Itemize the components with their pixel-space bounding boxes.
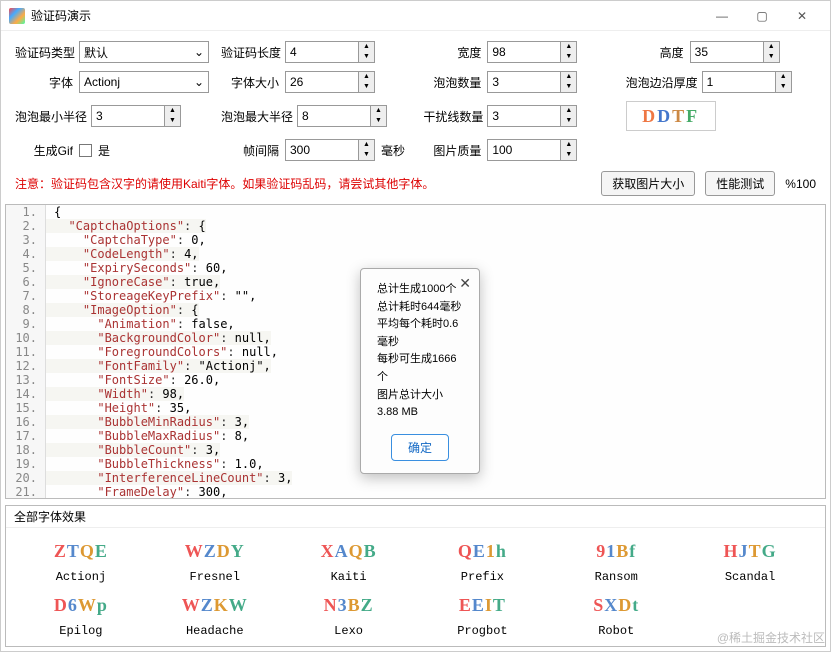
font-cell[interactable]: XAQB Kaiti [286, 536, 412, 584]
font-name-label: Scandal [687, 570, 813, 584]
bubble-max-spin[interactable]: 8▲▼ [297, 105, 387, 127]
form-area: 验证码类型 默认⌄ 验证码长度 4▲▼ 宽度 98▲▼ 高度 35▲▼ 字体 A… [1, 31, 830, 167]
get-size-button[interactable]: 获取图片大小 [601, 171, 695, 196]
chevron-down-icon: ⌄ [194, 45, 204, 59]
font-sample: WZDY [152, 536, 278, 566]
label-captcha-type: 验证码类型 [15, 44, 73, 61]
font-cell[interactable]: D6Wp Epilog [18, 590, 144, 638]
label-interfere: 干扰线数量 [423, 108, 481, 125]
font-cell[interactable]: N3BZ Lexo [286, 590, 412, 638]
font-sample: WZKW [152, 590, 278, 620]
font-sample: N3BZ [286, 590, 412, 620]
font-sample: 91Bf [553, 536, 679, 566]
height-spin[interactable]: 35▲▼ [690, 41, 780, 63]
code-length-spin[interactable]: 4▲▼ [285, 41, 375, 63]
dialog-ok-button[interactable]: 确定 [391, 434, 449, 461]
font-combo[interactable]: Actionj⌄ [79, 71, 209, 93]
font-sample: HJTG [687, 536, 813, 566]
interfere-spin[interactable]: 3▲▼ [487, 105, 577, 127]
captcha-type-combo[interactable]: 默认⌄ [79, 41, 209, 63]
frame-delay-spin[interactable]: 300▲▼ [285, 139, 375, 161]
label-font-size: 字体大小 [221, 74, 279, 91]
warning-row: 注意：验证码包含汉字的请使用Kaiti字体。如果验证码乱码，请尝试其他字体。 获… [1, 167, 830, 204]
warning-text: 注意：验证码包含汉字的请使用Kaiti字体。如果验证码乱码，请尝试其他字体。 [15, 175, 591, 192]
font-cell[interactable]: ZTQE Actionj [18, 536, 144, 584]
label-yes: 是 [98, 142, 110, 159]
fonts-title: 全部字体效果 [6, 506, 825, 528]
fonts-block: 全部字体效果 ZTQE Actionj WZDY Fresnel XAQB Kaiti QE… [5, 505, 826, 647]
font-name-label: Epilog [18, 624, 144, 638]
font-cell[interactable]: WZDY Fresnel [152, 536, 278, 584]
minimize-icon[interactable]: — [702, 2, 742, 30]
font-name-label: Headache [152, 624, 278, 638]
dialog-message: 总计生成1000个总计耗时644毫秒平均每个耗时0.6毫秒每秒可生成1666个图… [377, 281, 463, 422]
watermark: @稀土掘金技术社区 [717, 629, 825, 646]
code-line: 2. "CaptchaOptions": { [6, 219, 825, 233]
titlebar: 验证码演示 — ▢ ✕ [1, 1, 830, 31]
width-spin[interactable]: 98▲▼ [487, 41, 577, 63]
label-frame-delay: 帧间隔 [221, 142, 279, 159]
font-name-label: Fresnel [152, 570, 278, 584]
label-bubble-max: 泡泡最大半径 [221, 108, 291, 125]
dialog-close-icon[interactable]: ✕ [459, 275, 471, 292]
font-name-label: Robot [553, 624, 679, 638]
font-cell[interactable]: QE1h Prefix [420, 536, 546, 584]
font-name-label: Lexo [286, 624, 412, 638]
bubble-count-spin[interactable]: 3▲▼ [487, 71, 577, 93]
code-line: 1.{ [6, 205, 825, 219]
chevron-down-icon: ⌄ [194, 75, 204, 89]
maximize-icon[interactable]: ▢ [742, 2, 782, 30]
label-bubble-min: 泡泡最小半径 [15, 108, 85, 125]
captcha-preview: DDTF [626, 101, 716, 131]
font-sample: QE1h [420, 536, 546, 566]
font-name-label: Ransom [553, 570, 679, 584]
app-icon [9, 8, 25, 24]
font-name-label: Prefix [420, 570, 546, 584]
code-line: 3. "CaptchaType": 0, [6, 233, 825, 247]
font-name-label: Kaiti [286, 570, 412, 584]
pct-label: %100 [785, 177, 816, 191]
label-width: 宽度 [423, 44, 481, 61]
window-title: 验证码演示 [31, 7, 702, 24]
label-quality: 图片质量 [423, 142, 481, 159]
label-gif: 生成Gif [15, 142, 73, 159]
label-ms: 毫秒 [381, 142, 405, 159]
font-name-label: Actionj [18, 570, 144, 584]
label-font: 字体 [15, 74, 73, 91]
code-line: 4. "CodeLength": 4, [6, 247, 825, 261]
label-bubble-count: 泡泡数量 [423, 74, 481, 91]
font-sample: ZTQE [18, 536, 144, 566]
font-size-spin[interactable]: 26▲▼ [285, 71, 375, 93]
perf-test-button[interactable]: 性能测试 [705, 171, 775, 196]
font-name-label: Progbot [420, 624, 546, 638]
font-sample: D6Wp [18, 590, 144, 620]
code-line: 21. "FrameDelay": 300, [6, 485, 825, 499]
font-sample: SXDt [553, 590, 679, 620]
quality-spin[interactable]: 100▲▼ [487, 139, 577, 161]
font-cell[interactable]: HJTG Scandal [687, 536, 813, 584]
bubble-min-spin[interactable]: 3▲▼ [91, 105, 181, 127]
fonts-grid: ZTQE Actionj WZDY Fresnel XAQB Kaiti QE1h Prefi… [6, 528, 825, 646]
font-cell[interactable]: WZKW Headache [152, 590, 278, 638]
font-sample: XAQB [286, 536, 412, 566]
font-cell[interactable]: 91Bf Ransom [553, 536, 679, 584]
close-icon[interactable]: ✕ [782, 2, 822, 30]
bubble-thickness-spin[interactable]: 1▲▼ [702, 71, 792, 93]
font-cell[interactable]: EEIT Progbot [420, 590, 546, 638]
font-cell[interactable]: SXDt Robot [553, 590, 679, 638]
font-sample: EEIT [420, 590, 546, 620]
result-dialog: ✕ 总计生成1000个总计耗时644毫秒平均每个耗时0.6毫秒每秒可生成1666… [360, 268, 480, 474]
label-height: 高度 [626, 44, 684, 61]
label-bubble-thickness: 泡泡边沿厚度 [626, 74, 696, 91]
gif-checkbox[interactable] [79, 144, 92, 157]
label-code-length: 验证码长度 [221, 44, 279, 61]
